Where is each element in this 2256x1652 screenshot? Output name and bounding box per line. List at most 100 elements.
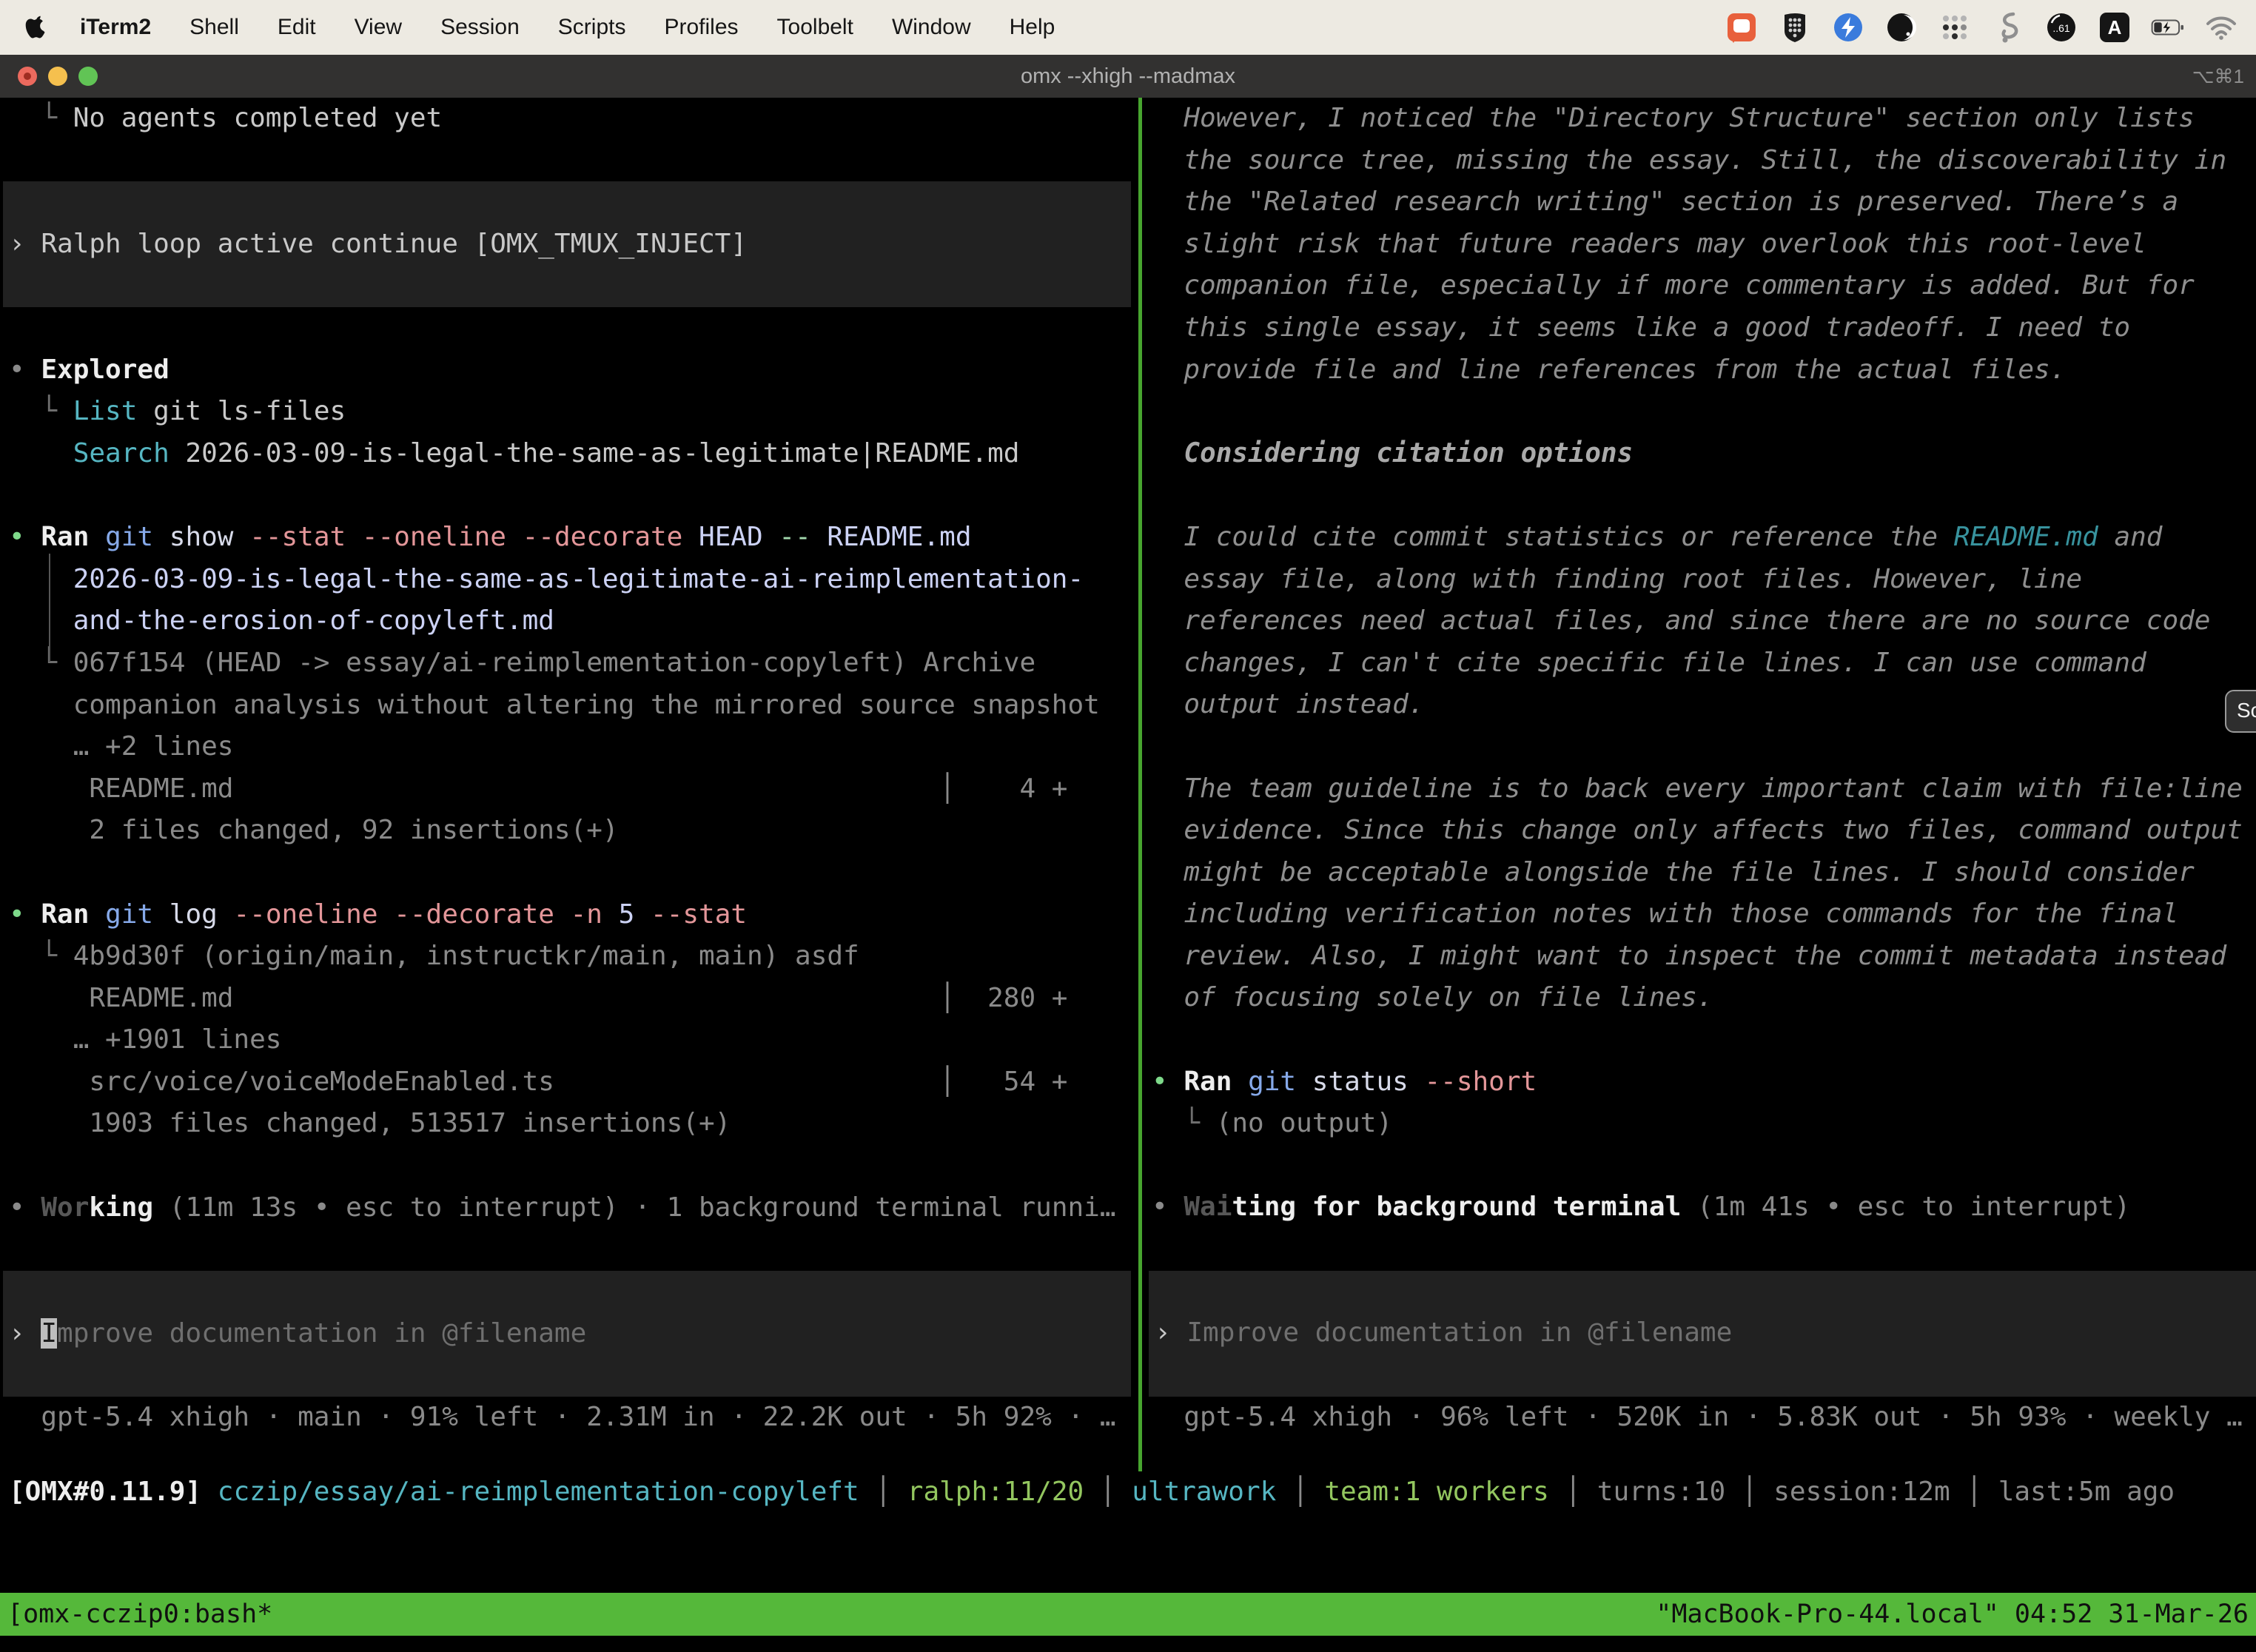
text-segment: -- <box>779 522 827 552</box>
text-segment: Considering citation options <box>1152 438 1633 469</box>
text-segment: essay file, along with finding root file… <box>1152 564 2082 594</box>
text-segment: last:5m ago <box>1982 1477 2175 1507</box>
terminal-line: references need actual files, and since … <box>1143 600 2256 642</box>
text-segment: 1903 files changed, 513517 insertions(+) <box>9 1108 731 1138</box>
text-segment: I could cite commit statistics or refere… <box>1152 522 1954 552</box>
menu-item-window[interactable]: Window <box>892 15 971 40</box>
terminal-line: └ (no output) <box>1143 1103 2256 1145</box>
blue-bolt-icon[interactable] <box>1831 10 1865 44</box>
terminal-line: might be acceptable alongside the file l… <box>1143 852 2256 894</box>
text-segment: Ralph loop active continue [OMX_TMUX_INJ… <box>41 229 747 259</box>
text-segment: show <box>169 522 249 552</box>
text-segment: • <box>9 355 41 385</box>
text-segment: │ <box>1966 1477 1982 1507</box>
text-segment: cczip/essay/ai-reimplementation-copyleft <box>201 1477 875 1507</box>
text-segment: review. Also, I might want to inspect th… <box>1152 941 2226 971</box>
text-segment: • <box>1152 1067 1184 1097</box>
menu-item-scripts[interactable]: Scripts <box>558 15 626 40</box>
text-segment: │ <box>1565 1477 1581 1507</box>
macos-menu-bar: iTerm2 Shell Edit View Session Scripts Profile… <box>0 0 2256 55</box>
chat-bubble-icon[interactable] <box>1725 10 1759 44</box>
tmux-pane-right[interactable]: However, I noticed the "Directory Struct… <box>1143 98 2256 1471</box>
window-title-bar[interactable]: omx --xhigh --madmax ⌥⌘1 <box>0 55 2256 98</box>
terminal-line: • Ran git log --oneline --decorate -n 5 … <box>0 894 1138 936</box>
squiggle-icon[interactable] <box>1991 10 2025 44</box>
terminal-line: the source tree, missing the essay. Stil… <box>1143 140 2256 182</box>
text-segment: references need actual files, and since … <box>1152 605 2210 636</box>
text-segment: git <box>105 522 169 552</box>
terminal-line: README.md │ 280 + <box>0 978 1138 1020</box>
menu-item-edit[interactable]: Edit <box>278 15 316 40</box>
tmux-window-label[interactable]: [omx-cczip0:bash* <box>7 1593 272 1636</box>
text-segment: git ls-files <box>137 396 346 426</box>
text-segment: session:12m <box>1758 1477 1967 1507</box>
terminal-line: this single essay, it seems like a good … <box>1143 307 2256 349</box>
text-segment: │ <box>1742 1477 1758 1507</box>
text-segment: README.md <box>827 522 971 552</box>
menu-item-view[interactable]: View <box>355 15 402 40</box>
tmux-pane-left[interactable]: └ No agents completed yet› Ralph loop ac… <box>0 98 1138 1471</box>
text-segment: • <box>9 1192 41 1223</box>
shield-grid-icon[interactable] <box>1778 10 1812 44</box>
menu-item-iterm2[interactable]: iTerm2 <box>80 15 151 40</box>
menu-item-help[interactable]: Help <box>1010 15 1055 40</box>
text-segment: team:1 workers <box>1309 1477 1565 1507</box>
prompt-input[interactable]: › Improve documentation in @filename <box>3 1271 1131 1397</box>
text-segment: However, I noticed the "Directory Struct… <box>1152 103 2195 133</box>
text-segment: ting for background terminal <box>1232 1192 1681 1222</box>
text-segment: git <box>1248 1067 1312 1097</box>
text-segment: └ <box>9 396 73 426</box>
text-segment: [OMX#0.11.9] <box>9 1477 201 1507</box>
terminal-line: of focusing solely on file lines. <box>1143 977 2256 1019</box>
wifi-icon[interactable] <box>2204 10 2238 44</box>
text-cursor: I <box>41 1318 57 1349</box>
menu-item-profiles[interactable]: Profiles <box>664 15 738 40</box>
text-segment: companion analysis without altering the … <box>9 690 1100 720</box>
terminal-line: essay file, along with finding root file… <box>1143 559 2256 601</box>
text-segment: Ran <box>1184 1067 1248 1097</box>
tooltip-label: Scre <box>2237 699 2256 722</box>
text-segment: … +1901 lines <box>9 1024 281 1055</box>
a-badge-icon[interactable]: A <box>2098 10 2132 44</box>
terminal-line: review. Also, I might want to inspect th… <box>1143 936 2256 978</box>
text-segment: README.md <box>1954 522 2098 552</box>
terminal-line: Search 2026-03-09-is-legal-the-same-as-l… <box>0 433 1138 475</box>
terminal-line: slight risk that future readers may over… <box>1143 224 2256 266</box>
gauge-61-label: ..61 <box>2052 22 2070 34</box>
text-segment: No agents completed yet <box>73 103 443 133</box>
terminal-line: I could cite commit statistics or refere… <box>1143 517 2256 559</box>
gauge-61-icon[interactable]: ..61 <box>2044 10 2078 44</box>
battery-charging-icon[interactable] <box>2151 10 2185 44</box>
text-segment: Wai <box>1184 1192 1232 1222</box>
dots-grid-icon[interactable] <box>1938 10 1972 44</box>
text-segment: … +2 lines <box>9 731 233 762</box>
text-segment: king <box>89 1192 153 1223</box>
text-segment: --stat <box>651 899 747 930</box>
prompt-input[interactable]: › Improve documentation in @filename <box>1149 1271 2256 1397</box>
tree-connector <box>49 554 50 662</box>
text-segment: output instead. <box>1152 689 1424 719</box>
terminal-line <box>0 1145 1138 1187</box>
text-segment: and <box>2098 522 2163 552</box>
text-segment: changes, I can't cite specific file line… <box>1152 648 2146 678</box>
text-segment: --stat --oneline --decorate <box>249 522 699 552</box>
menu-item-shell[interactable]: Shell <box>189 15 239 40</box>
terminal-line <box>0 1229 1138 1271</box>
prompt-line: › Improve documentation in @filename <box>3 1313 586 1355</box>
text-segment: └ <box>9 103 73 133</box>
menu-item-toolbelt[interactable]: Toolbelt <box>777 15 853 40</box>
window-title: omx --xhigh --madmax <box>0 55 2256 98</box>
terminal-line <box>1143 726 2256 768</box>
menu-item-session[interactable]: Session <box>440 15 520 40</box>
pie-circle-icon[interactable] <box>1884 10 1918 44</box>
tmux-pane-divider[interactable] <box>1138 98 1142 1471</box>
terminal-line: The team guideline is to back every impo… <box>1143 768 2256 810</box>
text-segment: README.md │ 280 + <box>9 983 1067 1013</box>
apple-menu-icon[interactable] <box>25 14 47 41</box>
terminal-line: 2 files changed, 92 insertions(+) <box>0 810 1138 852</box>
text-segment: --short <box>1424 1067 1537 1097</box>
text-segment: this single essay, it seems like a good … <box>1152 312 2130 343</box>
text-segment: (11m 13s • esc to interrupt) · 1 backgro… <box>153 1192 1115 1223</box>
text-segment: • <box>9 899 41 930</box>
text-segment: gpt-5.4 xhigh · 96% left · 520K in · 5.8… <box>1152 1402 2243 1432</box>
